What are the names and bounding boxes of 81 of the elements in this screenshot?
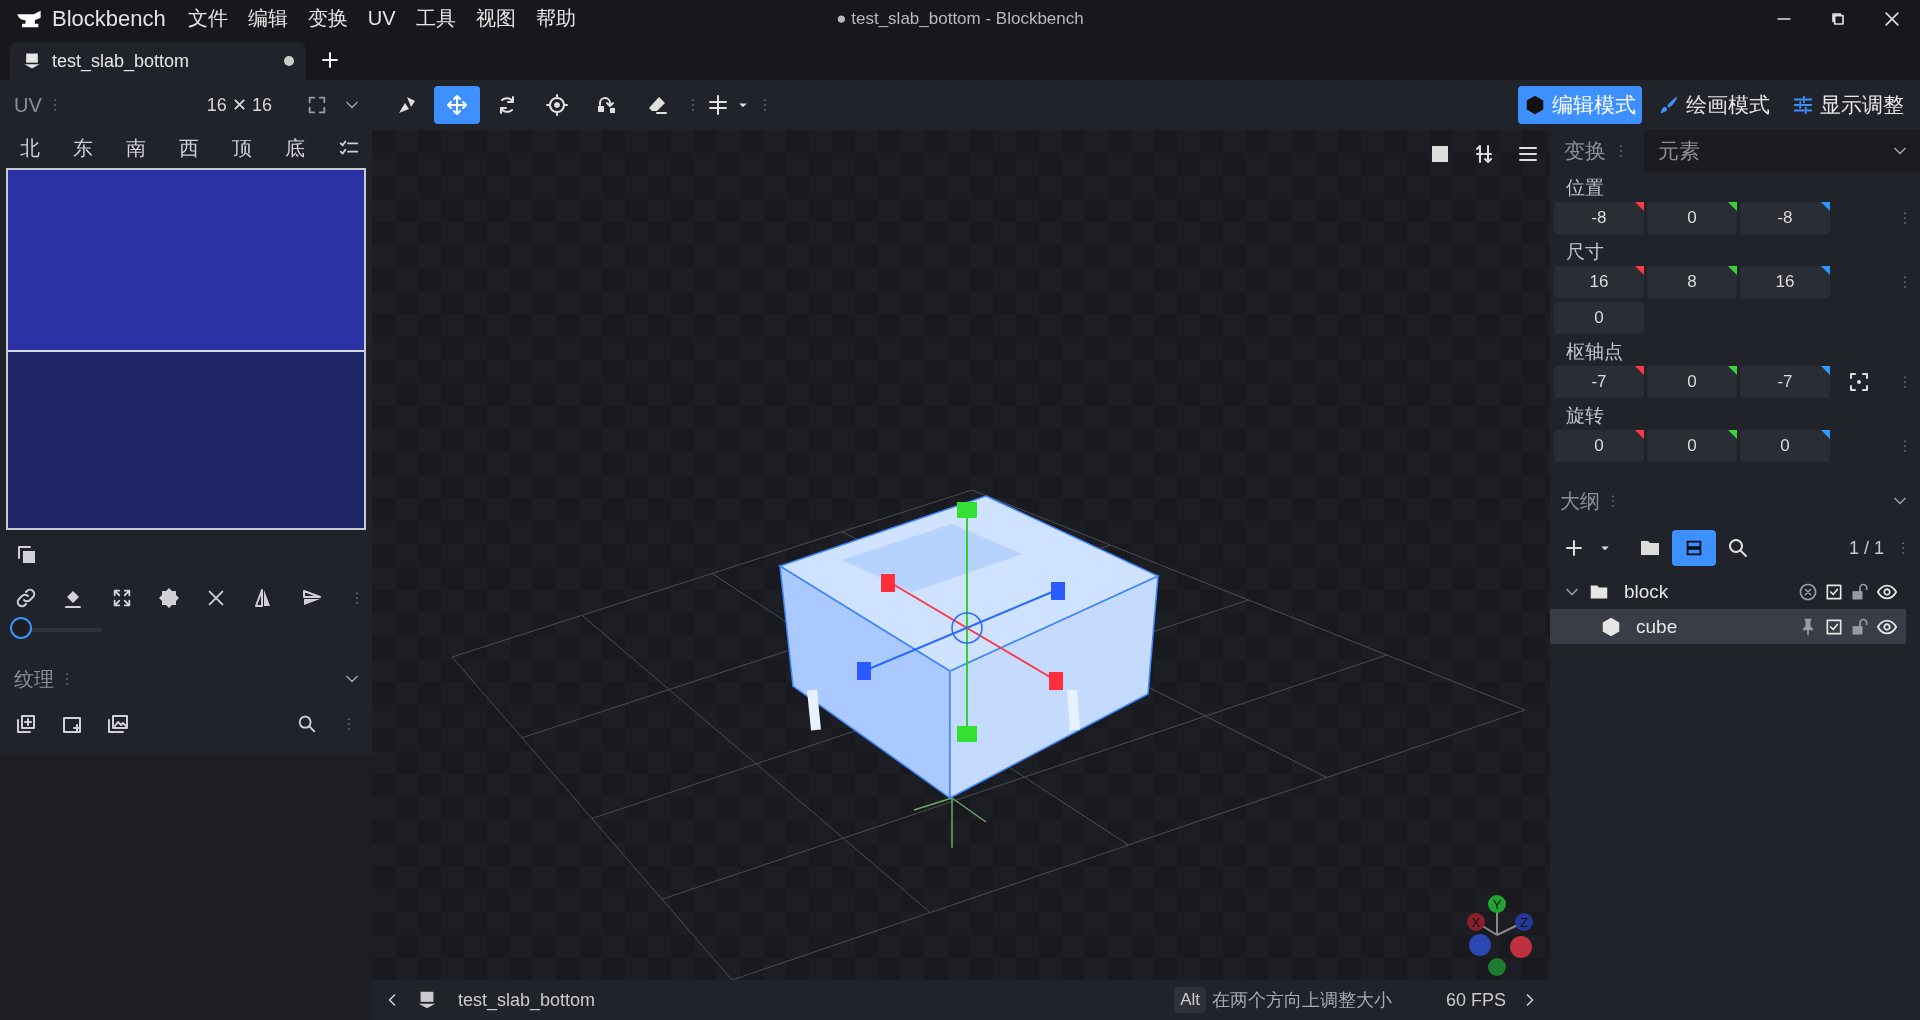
3d-viewport[interactable]: X Y Z (372, 130, 1550, 980)
move-icon (445, 93, 469, 117)
menu-item[interactable]: 变换 (307, 5, 348, 32)
outliner-row[interactable]: block (1550, 574, 1906, 609)
fps-counter: 60 FPS (1445, 989, 1506, 1011)
zoom-slider-thumb[interactable] (10, 617, 32, 639)
outliner-row[interactable]: cube (1550, 609, 1906, 644)
number-field[interactable]: 0 (1647, 430, 1737, 462)
number-field[interactable]: -8 (1554, 202, 1644, 234)
number-field[interactable]: 8 (1647, 266, 1737, 298)
model-icon (22, 51, 42, 71)
number-field[interactable]: -8 (1740, 202, 1830, 234)
sliders-icon (1792, 94, 1814, 116)
menu-item[interactable]: 工具 (415, 5, 456, 32)
number-field[interactable]: -7 (1554, 366, 1644, 398)
search-icon[interactable] (1726, 536, 1750, 560)
crosshair-icon (545, 93, 569, 117)
number-field[interactable]: -7 (1740, 366, 1830, 398)
center-pivot-icon[interactable] (1847, 370, 1871, 394)
fullscreen-icon[interactable] (306, 94, 328, 116)
axis-marker (1821, 266, 1830, 275)
cross-lines-icon[interactable] (706, 93, 730, 117)
panel-tab[interactable]: 元素 (1644, 130, 1714, 172)
link-icon[interactable] (14, 586, 38, 610)
number-field[interactable]: 16 (1554, 266, 1644, 298)
panel-tab[interactable]: 变换 (1550, 130, 1644, 172)
menu-item[interactable]: 视图 (475, 5, 516, 32)
cube-icon (1524, 94, 1546, 116)
alt-keycap: Alt (1174, 987, 1206, 1013)
uv-texture-preview[interactable] (6, 168, 366, 530)
uv-size-label: 16 ✕ 16 (206, 94, 272, 116)
axis-gizmo-drawing[interactable] (1467, 895, 1533, 976)
brush-icon (1658, 94, 1680, 116)
face-tab[interactable]: 顶 (232, 134, 252, 162)
axis-label: Z (1520, 915, 1528, 930)
cube-model-drawing[interactable] (778, 495, 1160, 849)
app-name: Blockbench (52, 5, 166, 32)
add-texture-icon[interactable] (14, 712, 38, 736)
item-count: 1 / 1 (1848, 537, 1884, 559)
menu-item[interactable]: 文件 (187, 5, 228, 32)
axis-label: Y (1492, 897, 1502, 912)
lock-icon[interactable] (1850, 581, 1870, 602)
outliner-item-name: block (1624, 580, 1669, 603)
window-title: ● test_slab_bottom - Blockbench (836, 8, 1084, 29)
panel-title: 大纲 (1560, 488, 1600, 514)
property-label: 尺寸 (1565, 240, 1605, 264)
cube-icon (1600, 615, 1622, 638)
panel-title: 纹理 (14, 666, 54, 692)
mode-button[interactable]: 绘画模式 (1652, 86, 1776, 124)
lock-icon[interactable] (1850, 616, 1870, 637)
menu-item[interactable]: 帮助 (535, 5, 576, 32)
number-field[interactable]: 0 (1740, 430, 1830, 462)
axis-marker (1821, 202, 1830, 211)
face-tab[interactable]: 南 (126, 134, 146, 162)
property-label: 位置 (1565, 176, 1605, 200)
face-tab[interactable]: 北 (20, 134, 40, 162)
number-field[interactable]: 0 (1554, 430, 1644, 462)
axis-marker (1821, 366, 1830, 375)
property-label: 旋转 (1565, 404, 1605, 428)
axis-label: X (1471, 915, 1481, 930)
mode-button[interactable]: 显示调整 (1786, 86, 1910, 124)
file-tab[interactable]: test_slab_bottom (10, 42, 306, 80)
panel-title: UV (14, 93, 42, 117)
property-label: 枢轴点 (1565, 340, 1624, 364)
number-field[interactable]: 0 (1647, 366, 1737, 398)
model-name: test_slab_bottom (458, 989, 596, 1011)
images-icon[interactable] (106, 712, 130, 736)
axis-marker (1821, 430, 1830, 439)
search-icon[interactable] (296, 713, 318, 735)
status-hint: 在两个方向上调整大小 (1211, 989, 1392, 1012)
face-tab[interactable]: 底 (285, 134, 305, 162)
number-field[interactable]: 16 (1740, 266, 1830, 298)
outliner-item-name: cube (1636, 615, 1678, 638)
face-tab[interactable]: 东 (73, 134, 93, 162)
number-field[interactable]: 0 (1647, 202, 1737, 234)
face-tab[interactable]: 西 (179, 134, 199, 162)
menu-item[interactable]: UV (367, 7, 396, 30)
menu-item[interactable]: 编辑 (247, 5, 288, 32)
toggle-view-button[interactable] (1672, 530, 1716, 566)
transform-gizmo-drawing[interactable] (857, 502, 1065, 742)
inflate-field[interactable]: 0 (1554, 302, 1644, 334)
